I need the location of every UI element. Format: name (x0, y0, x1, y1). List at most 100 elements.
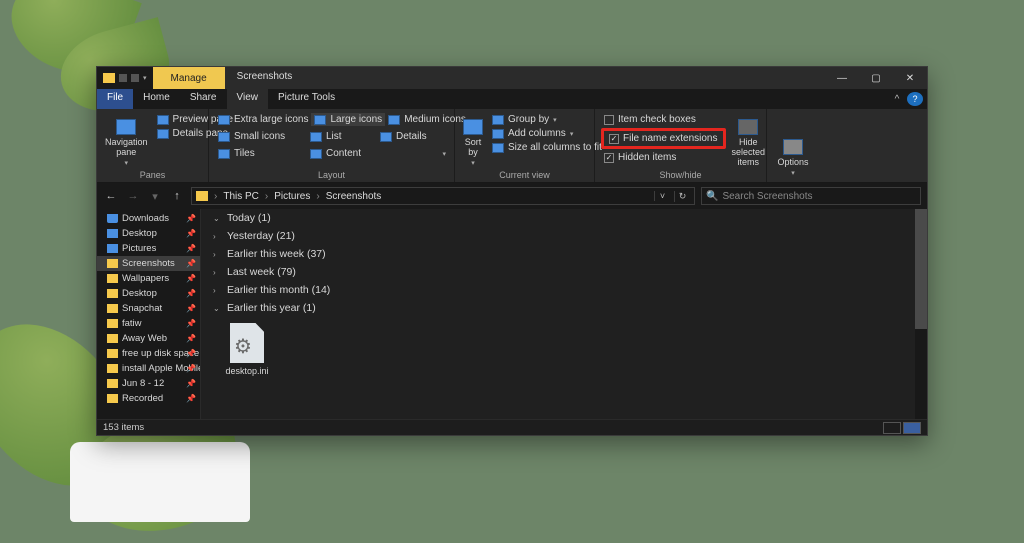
layout-large-icons[interactable]: Large icons (311, 113, 385, 126)
back-button[interactable]: ← (103, 190, 119, 202)
tree-item[interactable]: Wallpapers📌 (97, 271, 200, 286)
small-icons-icon (218, 132, 230, 142)
folder-icon (103, 73, 115, 83)
address-dropdown[interactable]: ˅ (654, 191, 670, 201)
navigation-pane-button[interactable]: Navigation pane ▾ (103, 113, 150, 169)
tree-item[interactable]: Recorded📌 (97, 391, 200, 406)
file-menu[interactable]: File (97, 89, 133, 109)
maximize-button[interactable]: ▢ (859, 67, 893, 89)
caret-right-icon: › (213, 268, 221, 277)
group-header[interactable]: ›Last week (79) (201, 263, 927, 281)
qat-button[interactable] (119, 74, 127, 82)
folder-icon (107, 334, 118, 343)
group-label (773, 179, 813, 180)
file-list[interactable]: ⌄Today (1) ›Yesterday (21) ›Earlier this… (201, 209, 927, 419)
minimize-button[interactable]: — (825, 67, 859, 89)
folder-icon (196, 191, 208, 201)
pin-icon: 📌 (186, 214, 196, 223)
checkbox-icon: ✓ (609, 134, 619, 144)
chevron-right-icon: › (212, 191, 219, 202)
tree-item[interactable]: Away Web📌 (97, 331, 200, 346)
layout-extra-large-icons[interactable]: Extra large icons (215, 113, 311, 126)
layout-tiles[interactable]: Tiles (215, 147, 307, 160)
hidden-items-checkbox[interactable]: ✓Hidden items (601, 151, 726, 164)
group-label: Panes (103, 169, 202, 180)
scrollbar-thumb[interactable] (915, 209, 927, 329)
contextual-tab-manage[interactable]: Manage (153, 67, 225, 89)
close-button[interactable]: ✕ (893, 67, 927, 89)
tree-item[interactable]: free up disk space📌 (97, 346, 200, 361)
history-dropdown[interactable]: ▾ (147, 190, 163, 203)
group-header[interactable]: ›Yesterday (21) (201, 227, 927, 245)
breadcrumb[interactable]: Screenshots (326, 191, 382, 202)
tree-item[interactable]: Snapchat📌 (97, 301, 200, 316)
label: Details (396, 131, 427, 142)
tree-item[interactable]: Desktop📌 (97, 286, 200, 301)
collapse-ribbon-icon[interactable]: ^ (887, 89, 907, 109)
breadcrumb[interactable]: This PC (223, 191, 259, 202)
label: Earlier this year (1) (227, 302, 316, 314)
layout-small-icons[interactable]: Small icons (215, 130, 307, 143)
view-details-button[interactable] (883, 422, 901, 434)
view-large-icons-button[interactable] (903, 422, 921, 434)
downloads-icon (107, 214, 118, 223)
tree-item[interactable]: Jun 8 - 12📌 (97, 376, 200, 391)
label: Hide selected items (732, 137, 766, 167)
label: Sort by (463, 137, 483, 157)
navigation-tree[interactable]: Downloads📌 Desktop📌 Pictures📌 Screenshot… (97, 209, 201, 419)
sort-icon (463, 119, 483, 135)
tree-item-screenshots[interactable]: Screenshots📌 (97, 256, 200, 271)
group-label: Show/hide (601, 169, 760, 180)
checkbox-icon: ✓ (604, 153, 614, 163)
folder-icon (107, 319, 118, 328)
search-box[interactable]: 🔍 Search Screenshots (701, 187, 921, 205)
label: Content (326, 148, 361, 159)
tab-picture-tools[interactable]: Picture Tools (268, 89, 345, 109)
layout-content[interactable]: Content (307, 147, 364, 160)
quick-access-toolbar: ▾ (97, 67, 153, 89)
pin-icon: 📌 (186, 274, 196, 283)
tree-item[interactable]: fatiw📌 (97, 316, 200, 331)
help-icon[interactable]: ? (907, 92, 923, 106)
qat-button[interactable] (131, 74, 139, 82)
tab-home[interactable]: Home (133, 89, 180, 109)
navigation-bar: ← → ▾ ↑ › This PC › Pictures › Screensho… (97, 183, 927, 209)
refresh-button[interactable]: ↻ (674, 191, 690, 202)
layout-list[interactable]: List (307, 130, 377, 143)
label: Earlier this week (37) (227, 248, 326, 260)
forward-button[interactable]: → (125, 190, 141, 202)
item-check-boxes-checkbox[interactable]: Item check boxes (601, 113, 726, 126)
file-item[interactable]: desktop.ini (217, 323, 277, 376)
tree-item[interactable]: install Apple Mobile📌 (97, 361, 200, 376)
chevron-right-icon: › (263, 191, 270, 202)
pin-icon: 📌 (186, 364, 196, 373)
options-button[interactable]: Options ▾ (773, 113, 813, 179)
layout-more-icon[interactable]: ▾ (440, 148, 448, 160)
folder-icon (107, 364, 118, 373)
group-header[interactable]: ›Earlier this month (14) (201, 281, 927, 299)
group-header[interactable]: ⌄Today (1) (201, 209, 927, 227)
up-button[interactable]: ↑ (169, 190, 185, 202)
tree-item-downloads[interactable]: Downloads📌 (97, 211, 200, 226)
details-icon (380, 132, 392, 142)
size-columns-button[interactable]: Size all columns to fit (489, 141, 605, 154)
tree-item-pictures[interactable]: Pictures📌 (97, 241, 200, 256)
group-header[interactable]: ⌄Earlier this year (1) (201, 299, 927, 317)
qat-dropdown-icon[interactable]: ▾ (143, 74, 147, 82)
group-header[interactable]: ›Earlier this week (37) (201, 245, 927, 263)
group-by-button[interactable]: Group by▾ (489, 113, 605, 126)
address-bar[interactable]: › This PC › Pictures › Screenshots ˅ ↻ (191, 187, 695, 205)
layout-details[interactable]: Details (377, 130, 430, 143)
file-name-extensions-checkbox[interactable]: ✓File name extensions (606, 132, 721, 145)
tab-share[interactable]: Share (180, 89, 227, 109)
add-columns-button[interactable]: Add columns▾ (489, 127, 605, 140)
tab-view[interactable]: View (227, 89, 269, 109)
tree-item-desktop[interactable]: Desktop📌 (97, 226, 200, 241)
hide-selected-items-button[interactable]: Hide selected items (730, 113, 768, 169)
sort-by-button[interactable]: Sort by ▾ (461, 113, 485, 169)
pin-icon: 📌 (186, 394, 196, 403)
breadcrumb[interactable]: Pictures (274, 191, 310, 202)
size-columns-icon (492, 143, 504, 153)
chevron-down-icon: ▾ (553, 116, 557, 124)
label: fatiw (122, 318, 142, 329)
